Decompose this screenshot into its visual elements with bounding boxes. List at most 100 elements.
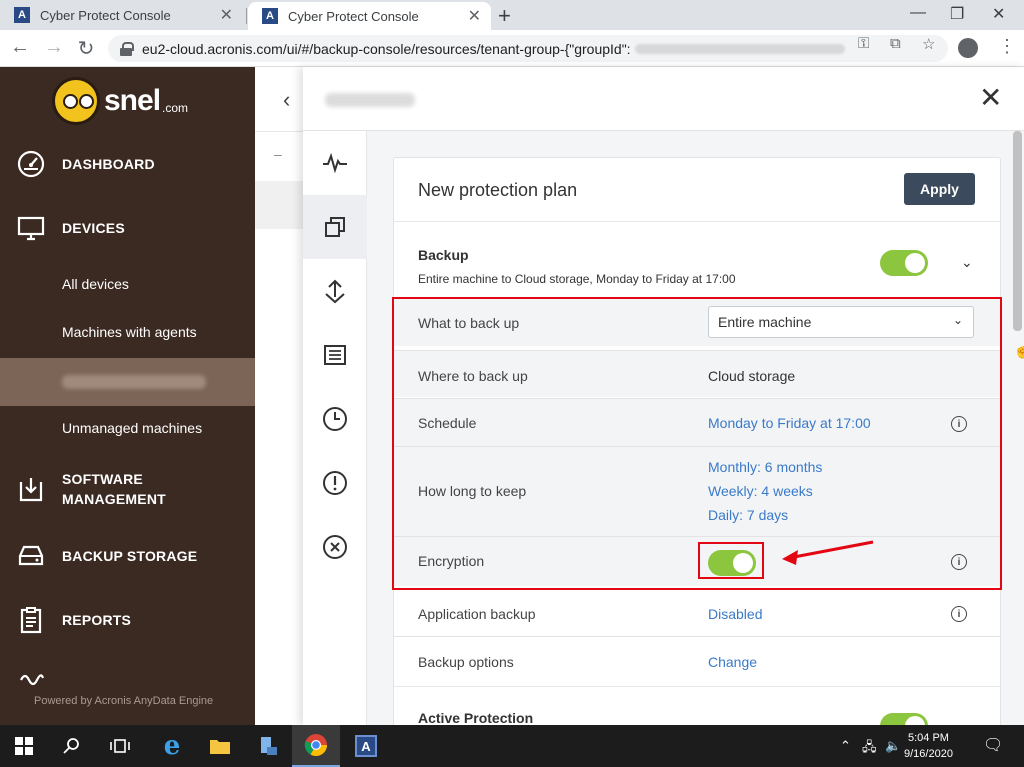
key-icon[interactable]: ⚿ xyxy=(858,35,869,52)
sidebar-item-reports[interactable]: REPORTS xyxy=(0,605,255,635)
reload-icon[interactable]: ↻ xyxy=(74,36,98,61)
acronis-favicon: A xyxy=(262,8,278,24)
restore-icon[interactable]: ❐ xyxy=(950,4,964,24)
close-panel-icon[interactable]: ✕ xyxy=(979,81,1002,114)
sidebar-subitem-all-devices[interactable]: All devices xyxy=(62,276,129,292)
selected-list-row[interactable] xyxy=(255,181,303,229)
app-backup-link[interactable]: Disabled xyxy=(708,606,762,622)
chevron-down-icon[interactable]: ⌄ xyxy=(961,254,973,271)
snel-logo[interactable]: snel .com xyxy=(52,67,188,135)
tab-divider xyxy=(246,8,247,24)
close-tab-icon[interactable]: ✕ xyxy=(220,5,233,25)
chrome-icon[interactable] xyxy=(292,725,340,767)
redacted-device-name xyxy=(325,93,415,107)
browser-tab-strip: A Cyber Protect Console ✕ A Cyber Protec… xyxy=(0,0,1024,30)
annotation-highlight-box xyxy=(392,297,1002,590)
collapse-chevron-left-icon[interactable]: ‹ xyxy=(283,87,290,113)
backup-summary: Entire machine to Cloud storage, Monday … xyxy=(418,272,736,286)
dash-separator: – xyxy=(274,146,282,162)
backup-toggle[interactable] xyxy=(880,250,928,276)
back-arrow-icon[interactable]: ← xyxy=(8,36,32,59)
info-icon[interactable]: i xyxy=(951,606,967,622)
task-view-icon[interactable] xyxy=(96,725,144,767)
server-manager-icon[interactable] xyxy=(244,725,292,767)
sidebar-item-label: REPORTS xyxy=(62,612,132,628)
annotation-toggle-box xyxy=(698,542,764,579)
mouse-cursor-icon: ☝ xyxy=(1013,342,1024,359)
powered-by-text: Powered by Acronis AnyData Engine xyxy=(34,695,214,707)
sidebar-item-software-management[interactable]: SOFTWARE MANAGEMENT xyxy=(0,469,255,509)
panel-icon-rail xyxy=(303,131,367,725)
network-icon[interactable]: 🖧 xyxy=(862,738,877,760)
file-explorer-icon[interactable] xyxy=(196,725,244,767)
browser-tab-2-active[interactable]: A Cyber Protect Console ✕ xyxy=(248,2,491,30)
wave-icon xyxy=(16,663,46,693)
clipboard-icon xyxy=(16,605,46,635)
annotation-arrow-icon xyxy=(782,540,874,565)
sidebar-item-more[interactable] xyxy=(0,663,255,693)
internet-explorer-icon[interactable]: e xyxy=(148,725,196,767)
close-tab-icon[interactable]: ✕ xyxy=(468,6,481,26)
sidebar-subitem-unmanaged-machines[interactable]: Unmanaged machines xyxy=(62,420,202,436)
app-backup-label: Application backup xyxy=(418,606,536,622)
browser-toolbar: ← → ↻ eu2-cloud.acronis.com/ui/#/backup-… xyxy=(0,30,1024,67)
divider xyxy=(394,686,1000,687)
brand-suffix: .com xyxy=(162,101,189,115)
drive-icon xyxy=(16,541,46,571)
redacted-url-segment xyxy=(634,43,845,54)
bookmark-star-icon[interactable]: ☆ xyxy=(922,35,935,53)
profile-avatar-icon[interactable] xyxy=(958,38,978,58)
windows-start-icon[interactable] xyxy=(0,725,48,767)
notifications-icon[interactable]: 🗨 xyxy=(983,735,1003,755)
clock-time: 5:04 PM xyxy=(907,732,949,744)
row-backup-options: Backup options Change xyxy=(394,636,1000,684)
alert-icon[interactable] xyxy=(303,451,367,515)
backup-options-link[interactable]: Change xyxy=(708,654,757,670)
recovery-icon[interactable] xyxy=(303,259,367,323)
sidebar: snel .com DASHBOARD DEVICES All devices … xyxy=(0,67,255,725)
sidebar-item-devices[interactable]: DEVICES xyxy=(0,213,255,243)
sidebar-item-label: DEVICES xyxy=(62,220,125,236)
acronis-agent-icon[interactable]: A xyxy=(342,725,390,767)
window-close-icon[interactable]: ✕ xyxy=(992,4,1005,24)
browser-menu-icon[interactable]: ⋮ xyxy=(998,36,1016,57)
address-bar[interactable]: eu2-cloud.acronis.com/ui/#/backup-consol… xyxy=(108,35,948,62)
dashboard-gauge-icon xyxy=(16,149,46,179)
protection-plans-icon[interactable] xyxy=(303,195,367,259)
brand-name: snel xyxy=(104,84,161,117)
panel-scrollbar[interactable] xyxy=(1013,131,1022,331)
history-clock-icon[interactable] xyxy=(303,387,367,451)
bee-mascot-icon xyxy=(52,77,100,125)
list-header-row: – xyxy=(255,131,303,181)
lock-icon xyxy=(120,41,134,56)
tab-title: Cyber Protect Console xyxy=(288,8,419,24)
volume-muted-icon[interactable]: 🔈 xyxy=(885,738,901,754)
system-clock[interactable]: 5:04 PM 9/16/2020 xyxy=(904,730,953,762)
backups-list-icon[interactable] xyxy=(303,323,367,387)
translate-icon[interactable]: ⧉ xyxy=(890,35,901,52)
tray-chevron-up-icon[interactable]: ⌃ xyxy=(840,738,851,754)
stop-icon[interactable] xyxy=(303,515,367,579)
forward-arrow-icon[interactable]: → xyxy=(42,36,66,59)
browser-tab-1[interactable]: A Cyber Protect Console ✕ xyxy=(0,0,243,30)
search-icon[interactable] xyxy=(48,725,96,767)
sidebar-subitem-selected-group[interactable] xyxy=(0,358,255,406)
backup-section-title: Backup xyxy=(418,247,469,263)
acronis-favicon: A xyxy=(14,7,30,23)
software-download-icon xyxy=(16,474,46,504)
apply-button[interactable]: Apply xyxy=(904,173,975,205)
minimize-icon[interactable]: — xyxy=(910,4,926,22)
sidebar-item-label: BACKUP STORAGE xyxy=(62,548,198,564)
monitor-icon xyxy=(16,213,46,243)
tab-title: Cyber Protect Console xyxy=(40,7,171,23)
plan-title: New protection plan xyxy=(418,180,578,200)
sidebar-item-backup-storage[interactable]: BACKUP STORAGE xyxy=(0,541,255,571)
activity-pulse-icon[interactable] xyxy=(303,131,367,195)
row-application-backup: Application backup Disabled i xyxy=(394,588,1000,636)
sidebar-item-dashboard[interactable]: DASHBOARD xyxy=(0,149,255,179)
redacted-group-name xyxy=(62,375,206,389)
new-tab-button[interactable]: + xyxy=(498,3,511,29)
clock-date: 9/16/2020 xyxy=(904,748,953,760)
windows-taskbar: e A ⌃ 🖧 🔈 5:04 PM 9/16/2020 🗨 xyxy=(0,725,1024,767)
sidebar-subitem-machines-with-agents[interactable]: Machines with agents xyxy=(62,324,197,340)
